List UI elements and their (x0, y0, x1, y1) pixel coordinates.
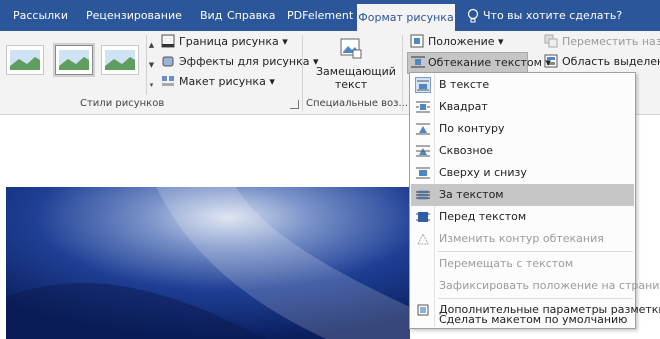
menu-item-tight[interactable]: По контуру (411, 118, 634, 140)
wrap-text-menu: В тексте Квадрат По контуру Сквозное Све… (409, 72, 660, 329)
menu-item-square[interactable]: Квадрат (411, 96, 634, 118)
picture-style-thumb-selected[interactable] (55, 45, 93, 75)
menu-item-move-with-text[interactable]: Перемещать с текстом (411, 253, 634, 275)
wrap-inline-icon (415, 77, 431, 93)
wrap-through-icon (416, 145, 430, 157)
position-button[interactable]: Положение ▾ (410, 33, 504, 51)
group-label-picture-styles: Стили рисунков (80, 98, 165, 109)
send-backward-button[interactable]: Переместить назад (544, 33, 660, 51)
picture-layout-icon (162, 76, 174, 86)
tab-mailings[interactable]: Рассылки (13, 0, 68, 31)
menu-item-behind-text[interactable]: За текстом (411, 184, 634, 206)
tab-picture-format[interactable]: Формат рисунка (357, 4, 455, 31)
wrap-text-icon (411, 56, 425, 68)
menu-item-top-bottom[interactable]: Сверху и снизу (411, 162, 634, 184)
document-picture[interactable] (6, 187, 410, 339)
ribbon-tab-strip: Рассылки Рецензирование Вид Справка PDFe… (0, 0, 660, 31)
group-separator (402, 35, 403, 111)
picture-effects-icon (162, 56, 174, 67)
wrap-behind-text-icon (416, 190, 430, 200)
picture-effects-button[interactable]: Эффекты для рисунка ▾ (161, 53, 319, 71)
tab-pdfelement[interactable]: PDFelement (287, 0, 353, 31)
gallery-more-icon[interactable]: ▾ (147, 75, 156, 95)
alt-text-icon (340, 38, 362, 59)
gallery-down-icon[interactable]: ▼ (147, 55, 156, 75)
menu-item-edit-wrap-points[interactable]: Изменить контур обтекания (411, 228, 634, 250)
picture-style-thumb[interactable] (6, 45, 44, 75)
dialog-launcher-icon[interactable] (290, 100, 299, 109)
picture-border-icon (161, 34, 175, 48)
send-backward-icon (544, 34, 558, 48)
position-icon (410, 34, 424, 48)
tab-view[interactable]: Вид (200, 0, 222, 31)
gallery-scroll[interactable]: ▲ ▼ ▾ (146, 35, 156, 95)
wrap-tight-icon (416, 123, 430, 135)
wrap-square-icon (416, 101, 430, 113)
wrap-top-bottom-icon (416, 167, 430, 179)
picture-layout-button[interactable]: Макет рисунка ▾ (161, 73, 275, 91)
group-separator (302, 35, 303, 111)
tell-me-search[interactable]: Что вы хотите сделать? (483, 0, 622, 31)
menu-item-set-default[interactable]: Сделать макетом по умолчанию (411, 305, 634, 326)
picture-style-thumb[interactable] (101, 45, 139, 75)
picture-border-button[interactable]: Граница рисунка ▾ (161, 33, 288, 51)
menu-item-through[interactable]: Сквозное (411, 140, 634, 162)
selection-pane-button[interactable]: Область выделения (544, 53, 660, 71)
menu-item-in-line[interactable]: В тексте (411, 74, 634, 96)
gallery-up-icon[interactable]: ▲ (147, 35, 156, 55)
tab-help[interactable]: Справка (227, 0, 275, 31)
menu-item-fix-position[interactable]: Зафиксировать положение на странице (411, 275, 660, 297)
lightbulb-icon (467, 8, 479, 23)
edit-wrap-points-icon (417, 232, 429, 245)
alt-text-button[interactable]: Замещающий текст (316, 65, 396, 91)
tab-review[interactable]: Рецензирование (86, 0, 182, 31)
menu-item-in-front-of-text[interactable]: Перед текстом (411, 206, 634, 228)
wrap-text-button[interactable]: Обтекание текстом ▾ (407, 52, 551, 74)
menu-separator (438, 251, 633, 252)
wrap-in-front-icon (416, 212, 430, 222)
group-label-accessibility: Специальные воз... (306, 98, 409, 109)
